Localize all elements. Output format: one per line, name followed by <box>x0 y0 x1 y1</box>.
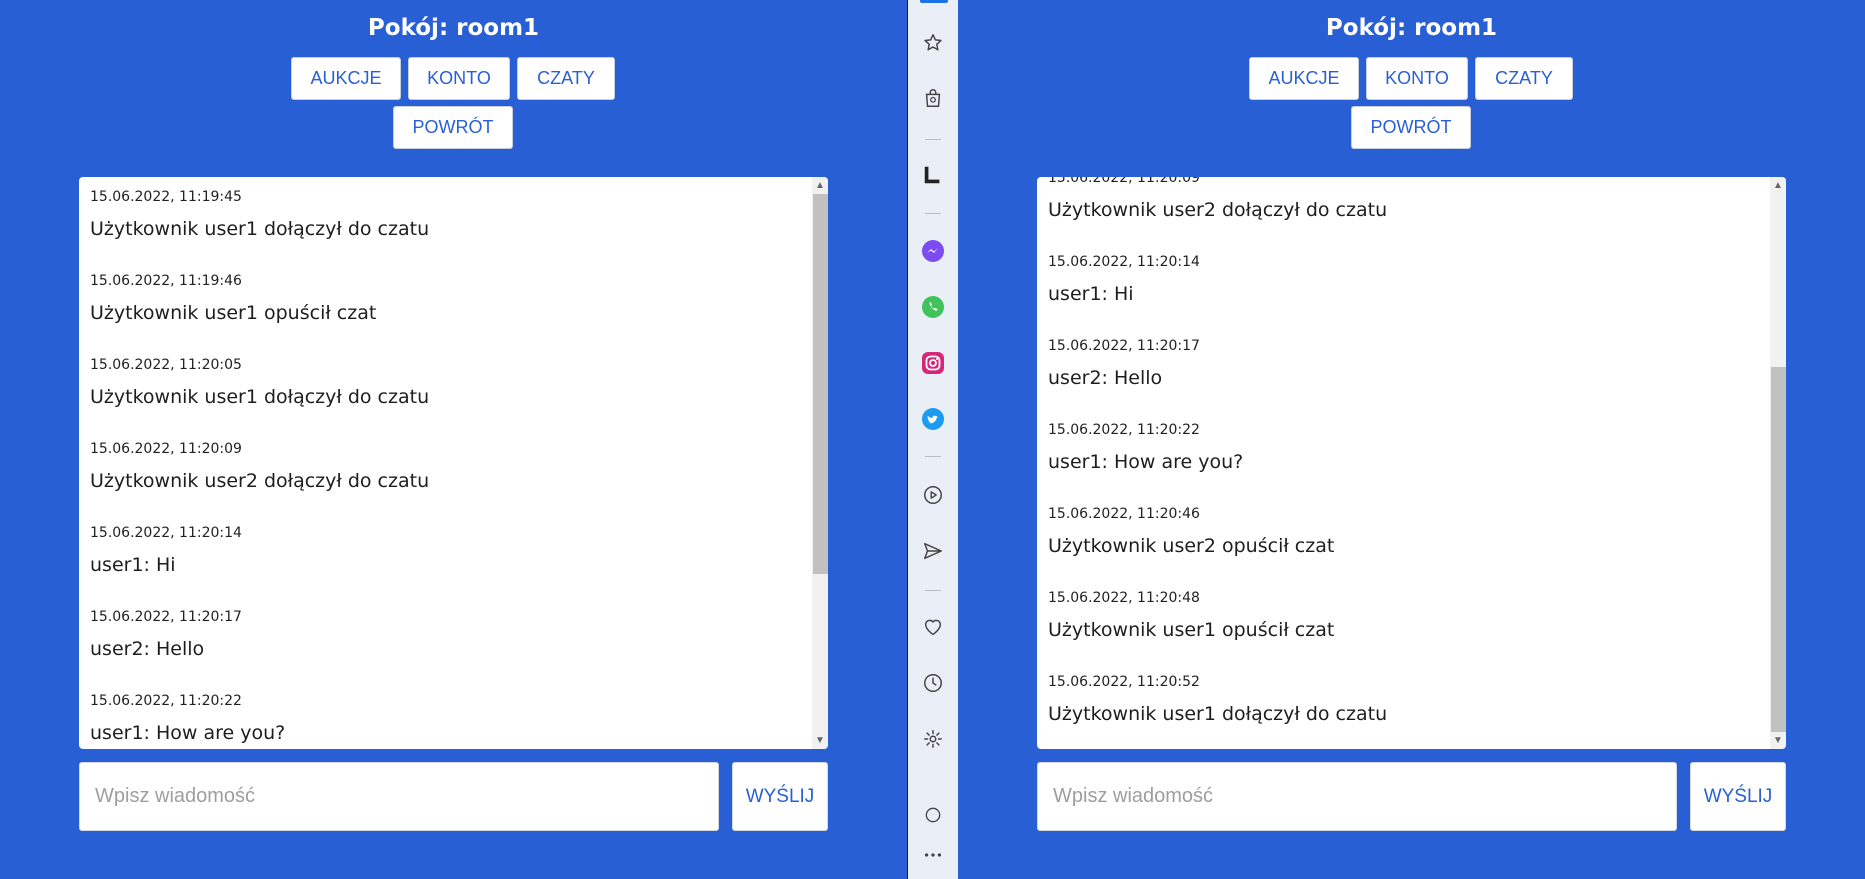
message-text: Użytkownik user1 dołączył do czatu <box>1048 703 1388 725</box>
browser-sidebar <box>907 0 959 879</box>
message-text: Użytkownik user2 dołączył do czatu <box>90 470 430 492</box>
heart-icon[interactable] <box>918 612 948 642</box>
send-button[interactable]: WYŚLIJ <box>1690 762 1786 831</box>
message-timestamp: 15.06.2022, 11:20:46 <box>1048 506 1200 522</box>
message-text: user1: How are you? <box>90 722 286 744</box>
chat-message: 15.06.2022, 11:20:52 Użytkownik user1 doł… <box>1037 670 1770 749</box>
message-timestamp: 15.06.2022, 11:20:09 <box>1048 177 1200 186</box>
message-timestamp: 15.06.2022, 11:20:17 <box>1048 338 1200 354</box>
message-timestamp: 15.06.2022, 11:19:45 <box>90 189 242 205</box>
page-title: Pokój: room1 <box>1325 15 1498 41</box>
message-input[interactable] <box>1037 762 1677 831</box>
sidebar-divider <box>925 590 941 591</box>
circle-icon[interactable] <box>918 800 948 830</box>
chat-message: 15.06.2022, 11:20:46 Użytkownik user2 opu… <box>1037 502 1770 586</box>
l-logo-icon[interactable] <box>918 160 948 190</box>
message-text: user1: Hi <box>1048 283 1134 305</box>
chat-message: 15.06.2022, 11:20:05 Użytkownik user1 doł… <box>79 353 812 437</box>
message-text: Użytkownik user1 opuścił czat <box>1048 619 1335 641</box>
powrot-button[interactable]: POWRÓT <box>393 106 513 149</box>
clock-icon[interactable] <box>918 668 948 698</box>
message-list: 15.06.2022, 11:20:09 Użytkownik user2 doł… <box>1037 177 1770 749</box>
whatsapp-icon[interactable] <box>918 292 948 322</box>
scroll-up-icon[interactable]: ▲ <box>1770 177 1786 194</box>
chat-message: 15.06.2022, 11:20:22 user1: How are you? <box>79 689 812 749</box>
scrollbar-thumb[interactable] <box>813 194 828 574</box>
message-text: user2: Hello <box>90 638 205 660</box>
chat-message: 15.06.2022, 11:19:46 Użytkownik user1 opu… <box>79 269 812 353</box>
chat-message: 15.06.2022, 11:20:09 Użytkownik user2 doł… <box>1037 177 1770 250</box>
settings-icon[interactable] <box>918 724 948 754</box>
aukcje-button[interactable]: AUKCJE <box>1249 57 1359 100</box>
twitter-icon[interactable] <box>918 404 948 434</box>
shopping-bag-icon[interactable] <box>918 83 948 113</box>
message-timestamp: 15.06.2022, 11:20:14 <box>1048 254 1200 270</box>
chat-message: 15.06.2022, 11:20:14 user1: Hi <box>79 521 812 605</box>
chat-messages-box[interactable]: 15.06.2022, 11:19:45 Użytkownik user1 doł… <box>79 177 828 749</box>
aukcje-button[interactable]: AUKCJE <box>291 57 401 100</box>
message-timestamp: 15.06.2022, 11:20:17 <box>90 609 242 625</box>
sidebar-divider <box>925 456 941 457</box>
message-timestamp: 15.06.2022, 11:20:05 <box>90 357 242 373</box>
sidebar-divider <box>925 139 941 140</box>
message-text: user2: Hello <box>1048 367 1163 389</box>
konto-button[interactable]: KONTO <box>1366 57 1468 100</box>
czaty-button[interactable]: CZATY <box>1475 57 1573 100</box>
message-text: user1: How are you? <box>1048 451 1244 473</box>
more-icon[interactable] <box>918 840 948 870</box>
czaty-button[interactable]: CZATY <box>517 57 615 100</box>
message-timestamp: 15.06.2022, 11:20:52 <box>1048 674 1200 690</box>
message-text: Użytkownik user2 dołączył do czatu <box>1048 199 1388 221</box>
message-text: Użytkownik user1 opuścił czat <box>90 302 377 324</box>
page-title: Pokój: room1 <box>367 15 540 41</box>
message-list: 15.06.2022, 11:19:45 Użytkownik user1 doł… <box>79 185 812 749</box>
message-timestamp: 15.06.2022, 11:20:14 <box>90 525 242 541</box>
scrollbar[interactable]: ▲ ▼ <box>812 177 828 749</box>
konto-button[interactable]: KONTO <box>408 57 510 100</box>
chat-messages-box[interactable]: 15.06.2022, 11:20:09 Użytkownik user2 doł… <box>1037 177 1786 749</box>
chat-message: 15.06.2022, 11:20:09 Użytkownik user2 doł… <box>79 437 812 521</box>
star-icon[interactable] <box>918 28 948 58</box>
message-text: Użytkownik user2 opuścił czat <box>1048 535 1335 557</box>
powrot-button[interactable]: POWRÓT <box>1351 106 1471 149</box>
message-timestamp: 15.06.2022, 11:19:46 <box>90 273 242 289</box>
message-text: Użytkownik user1 dołączył do czatu <box>90 386 430 408</box>
chat-pane-left: Pokój: room1 AUKCJE KONTO CZATY POWRÓT 1… <box>0 0 907 879</box>
chat-message: 15.06.2022, 11:20:48 Użytkownik user1 opu… <box>1037 586 1770 670</box>
scroll-up-icon[interactable]: ▲ <box>812 177 828 194</box>
sidebar-active-indicator <box>920 0 948 3</box>
sidebar-divider <box>925 213 941 214</box>
scrollbar[interactable]: ▲ ▼ <box>1770 177 1786 749</box>
message-timestamp: 15.06.2022, 11:20:48 <box>1048 590 1200 606</box>
scroll-down-icon[interactable]: ▼ <box>812 732 828 749</box>
message-timestamp: 15.06.2022, 11:20:22 <box>1048 422 1200 438</box>
scroll-down-icon[interactable]: ▼ <box>1770 732 1786 749</box>
messenger-icon[interactable] <box>918 236 948 266</box>
scrollbar-thumb[interactable] <box>1771 367 1786 732</box>
send-button[interactable]: WYŚLIJ <box>732 762 828 831</box>
chat-message: 15.06.2022, 11:19:45 Użytkownik user1 doł… <box>79 185 812 269</box>
message-timestamp: 15.06.2022, 11:20:09 <box>90 441 242 457</box>
chat-message: 15.06.2022, 11:20:17 user2: Hello <box>79 605 812 689</box>
send-icon[interactable] <box>918 536 948 566</box>
chat-message: 15.06.2022, 11:20:14 user1: Hi <box>1037 250 1770 334</box>
play-icon[interactable] <box>918 480 948 510</box>
message-timestamp: 15.06.2022, 11:20:22 <box>90 693 242 709</box>
message-text: user1: Hi <box>90 554 176 576</box>
message-text: Użytkownik user1 dołączył do czatu <box>90 218 430 240</box>
message-input[interactable] <box>79 762 719 831</box>
chat-pane-right: Pokój: room1 AUKCJE KONTO CZATY POWRÓT 1… <box>958 0 1865 879</box>
chat-message: 15.06.2022, 11:20:22 user1: How are you? <box>1037 418 1770 502</box>
instagram-icon[interactable] <box>918 348 948 378</box>
chat-message: 15.06.2022, 11:20:17 user2: Hello <box>1037 334 1770 418</box>
